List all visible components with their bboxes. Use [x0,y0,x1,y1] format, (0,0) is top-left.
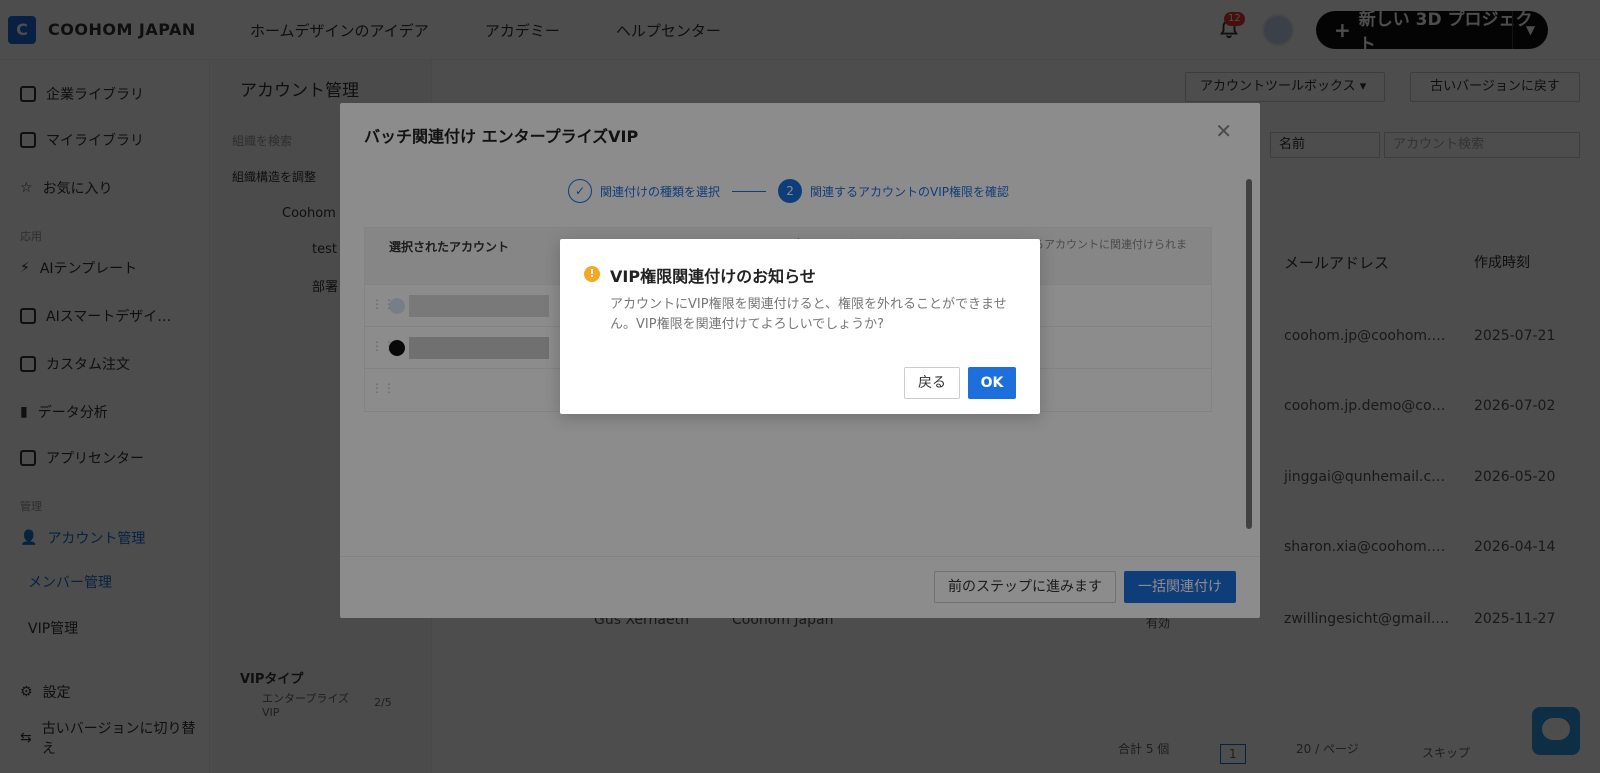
confirm-title: VIP権限関連付けのお知らせ [610,267,816,286]
confirm-dialog: ! VIP権限関連付けのお知らせ アカウントにVIP権限を関連付けると、権限を外… [560,239,1040,414]
warning-icon: ! [584,266,600,282]
ok-button[interactable]: OK [968,367,1016,399]
back-button[interactable]: 戻る [904,367,960,399]
confirm-message: アカウントにVIP権限を関連付けると、権限を外れることができません。VIP権限を… [610,297,1007,332]
